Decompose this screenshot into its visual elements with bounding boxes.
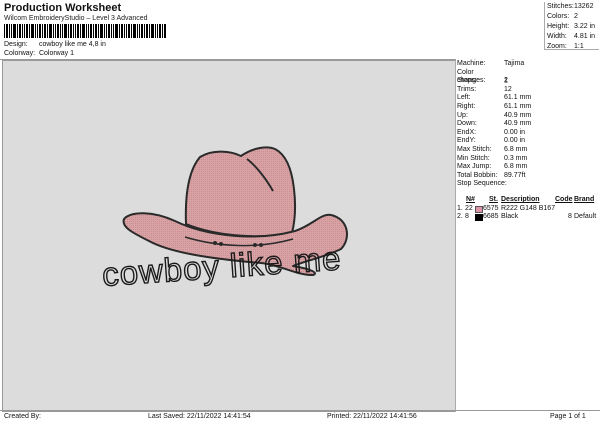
design-row: Design: cowboy like me 4,8 in — [4, 41, 106, 48]
stop-sequence-title: Stop Sequence: — [457, 180, 507, 188]
footer-divider — [0, 410, 600, 411]
stat-stitches: Stitches:13262 — [547, 3, 594, 10]
col-description: Description — [501, 196, 540, 203]
design-value: cowboy like me 4,8 in — [38, 41, 106, 48]
design-preview: cowboy like me — [2, 60, 456, 412]
design-label: Design: — [4, 41, 28, 48]
col-code: Code — [555, 196, 573, 203]
info-max-stitch: Max Stitch: 6.8 mm — [457, 145, 528, 153]
info-up: Up: 40.9 mm — [457, 111, 532, 119]
barcode — [4, 24, 166, 38]
col-brand: Brand — [574, 196, 595, 203]
page-title: Production Worksheet — [4, 2, 122, 14]
machine-info: Machine: Tajima Color changes: 1 Stops: 2 T… — [456, 60, 598, 189]
embroidery-design: cowboy like me — [100, 146, 348, 294]
info-max-jump: Max Jump: 6.8 mm — [457, 163, 528, 171]
info-color-changes: Color changes: 1 — [457, 68, 508, 85]
col-n: N# — [466, 196, 475, 203]
info-right: Right: 61.1 mm — [457, 102, 532, 110]
color-swatch — [475, 214, 483, 221]
info-endx: EndX: 0.00 in — [457, 128, 526, 136]
info-endy: EndY: 0.00 in — [457, 137, 526, 145]
col-st: St. — [489, 196, 498, 203]
colorway-value: Colorway 1 — [38, 50, 74, 57]
colorway-label: Colorway: — [4, 50, 36, 57]
info-down: Down: 40.9 mm — [457, 120, 532, 128]
software-subtitle: Wilcom EmbroideryStudio – Level 3 Advanc… — [4, 15, 148, 22]
footer-page: Page 1 of 1 — [550, 413, 586, 420]
info-stops: Stops: 2 — [457, 77, 508, 85]
info-trims: Trims: 12 — [457, 85, 512, 93]
info-min-stitch: Min Stitch: 0.3 mm — [457, 154, 528, 162]
design-text: cowboy like me — [101, 239, 343, 293]
stats-box: Stitches:13262 Colors: 2 Height: 3.22 in W… — [544, 2, 599, 50]
table-row: 2. 8 6685 Black 8 Default — [457, 213, 597, 221]
stat-colors: Colors: 2 — [547, 13, 578, 20]
stat-height: Height: 3.22 in — [547, 23, 596, 30]
colorway-row: Colorway: Colorway 1 — [4, 50, 74, 57]
stat-width: Width: 4.81 in — [547, 33, 596, 40]
info-machine: Machine: Tajima — [457, 60, 525, 67]
footer-created-by: Created By: — [4, 413, 41, 420]
stat-zoom: Zoom: 1:1 — [547, 43, 584, 50]
info-left: Left: 61.1 mm — [457, 94, 532, 102]
info-total-bobbin: Total Bobbin: 89.77ft — [457, 171, 526, 179]
footer-last-saved: Last Saved: 22/11/2022 14:41:54 — [148, 413, 251, 420]
footer-printed: Printed: 22/11/2022 14:41:56 — [327, 413, 417, 420]
